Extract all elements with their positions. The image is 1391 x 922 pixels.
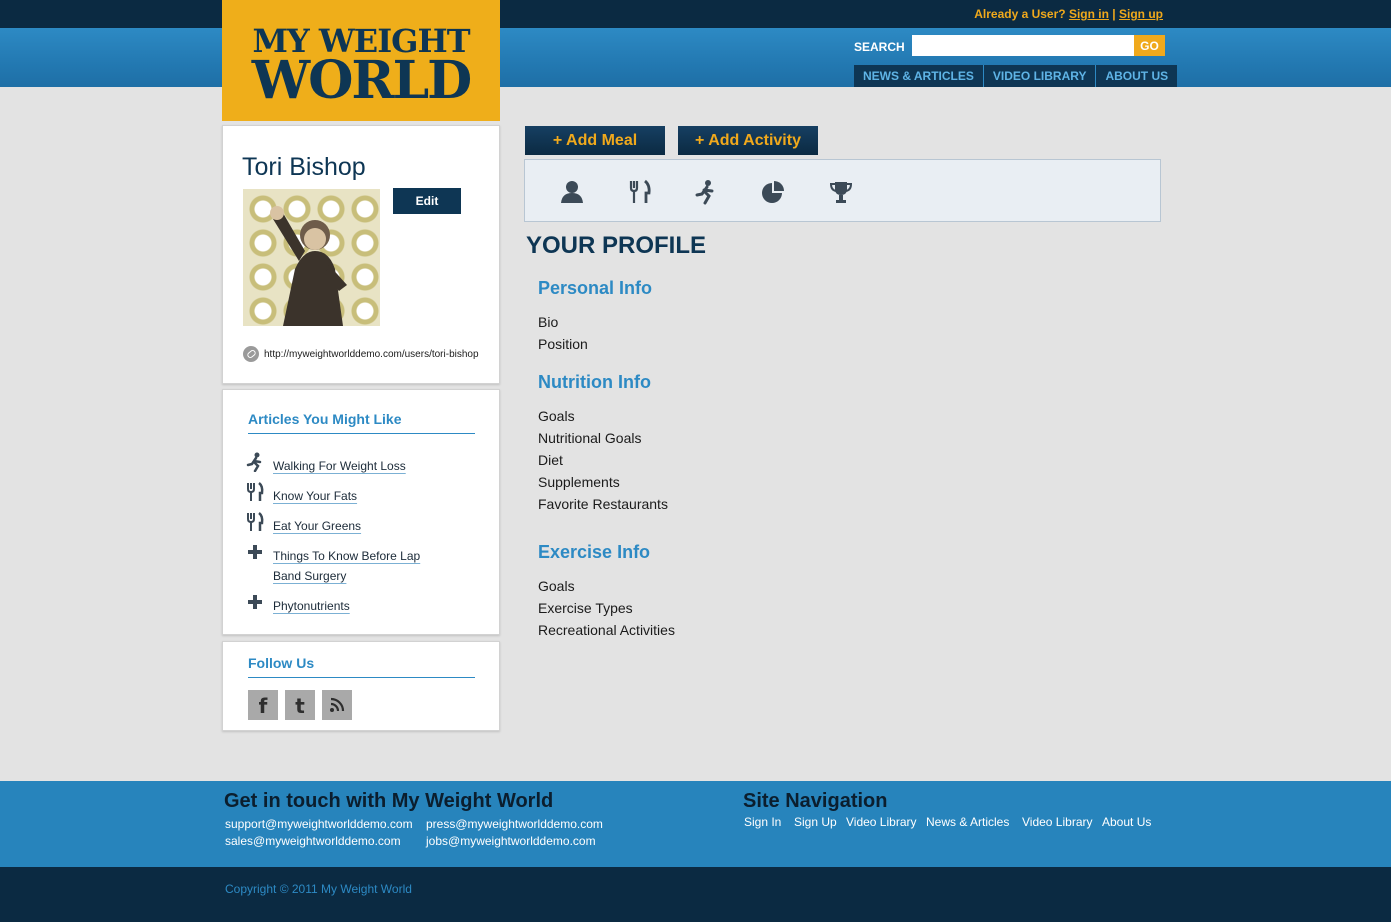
fork-knife-icon [247,482,264,501]
search-input[interactable] [912,35,1134,56]
user-name: Tori Bishop [242,153,366,181]
article-link[interactable]: Walking For Weight Loss [273,456,433,476]
nav-video-library[interactable]: VIDEO LIBRARY [984,65,1097,87]
nav-about-us[interactable]: ABOUT US [1096,65,1177,87]
nav-news-articles[interactable]: NEWS & ARTICLES [854,65,984,87]
copyright: Copyright © 2011 My Weight World [225,882,412,896]
section-personal-info: Personal Info [538,278,653,298]
fork-knife-icon [247,512,264,531]
footer-nav-sign-in[interactable]: Sign In [744,815,781,829]
follow-panel: Follow Us f t [222,641,500,731]
top-bar [0,0,1391,28]
article-link[interactable]: Phytonutrients [273,596,433,616]
footer-contact-title: Get in touch with My Weight World [224,790,554,812]
footer-bottom-bar [0,867,1391,922]
email-jobs[interactable]: jobs@myweightworlddemo.com [426,834,596,848]
search-go-button[interactable]: GO [1134,35,1165,56]
avatar [243,189,380,326]
field-favorite-restaurants: Favorite Restaurants [538,496,668,512]
footer-nav-title: Site Navigation [743,790,888,812]
search-label: SEARCH [854,40,905,54]
article-link[interactable]: Eat Your Greens [273,516,433,536]
field-recreational-activities: Recreational Activities [538,622,675,638]
footer-nav-video-library[interactable]: Video Library [846,815,917,829]
account-separator: | [1112,7,1116,21]
email-sales[interactable]: sales@myweightworlddemo.com [225,834,401,848]
footer-nav-about-us[interactable]: About Us [1102,815,1151,829]
plus-icon [248,545,262,559]
follow-title: Follow Us [248,655,475,678]
field-supplements: Supplements [538,474,620,490]
site-logo[interactable]: MY WEIGHT WORLD [222,0,500,121]
fork-knife-icon[interactable] [627,179,653,205]
articles-panel: Articles You Might Like Walking For Weig… [222,389,500,635]
pie-chart-icon[interactable] [760,179,786,205]
header-bar [0,28,1391,87]
field-exercise-goals: Goals [538,578,575,594]
page-title: YOUR PROFILE [526,232,707,259]
footer-nav-video-library-2[interactable]: Video Library [1022,815,1093,829]
sign-up-link[interactable]: Sign up [1119,7,1163,21]
link-icon [243,346,259,362]
facebook-icon[interactable]: f [248,690,278,720]
email-press[interactable]: press@myweightworlddemo.com [426,817,603,831]
profile-icon[interactable] [559,179,585,205]
field-diet: Diet [538,452,563,468]
section-exercise-info: Exercise Info [538,542,651,562]
plus-icon [248,595,262,609]
account-links: Already a User? Sign in | Sign up [974,7,1163,21]
article-link[interactable]: Things To Know Before Lap Band Surgery [273,546,433,586]
footer-nav-news-articles[interactable]: News & Articles [926,815,1009,829]
runner-icon [246,452,262,472]
profile-toolbar [524,159,1161,222]
field-nutritional-goals: Nutritional Goals [538,430,642,446]
footer-nav-sign-up[interactable]: Sign Up [794,815,837,829]
profile-url[interactable]: http://myweightworlddemo.com/users/tori-… [264,349,479,360]
add-activity-button[interactable]: + Add Activity [678,126,818,155]
field-exercise-types: Exercise Types [538,600,633,616]
account-prompt: Already a User? [974,7,1066,21]
twitter-icon[interactable]: t [285,690,315,720]
trophy-icon[interactable] [828,179,854,205]
edit-profile-button[interactable]: Edit [393,188,461,214]
field-goals: Goals [538,408,575,424]
section-nutrition-info: Nutrition Info [538,372,651,392]
avatar-photo [270,206,347,326]
rss-icon[interactable] [322,690,352,720]
field-bio: Bio [538,314,559,330]
sign-in-link[interactable]: Sign in [1069,7,1109,21]
articles-title: Articles You Might Like [248,411,475,434]
field-position: Position [538,336,588,352]
email-support[interactable]: support@myweightworlddemo.com [225,817,413,831]
article-link[interactable]: Know Your Fats [273,486,433,506]
footer [0,781,1391,867]
profile-card: Tori Bishop Edit http://myweightworlddem… [222,125,500,384]
add-meal-button[interactable]: + Add Meal [525,126,665,155]
logo-line-2: WORLD [251,50,473,111]
top-nav: NEWS & ARTICLES VIDEO LIBRARY ABOUT US [854,65,1178,87]
runner-icon[interactable] [693,179,719,205]
